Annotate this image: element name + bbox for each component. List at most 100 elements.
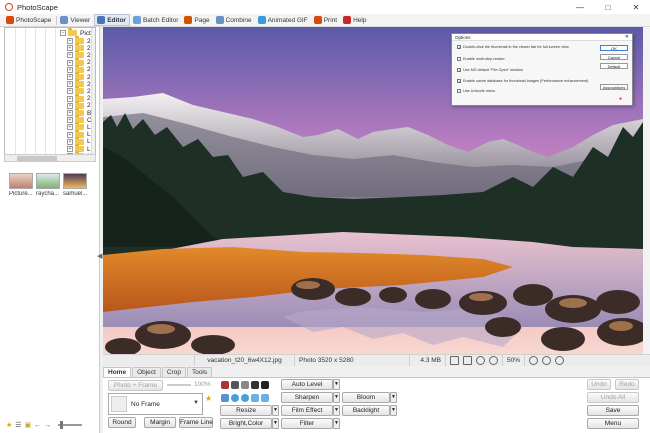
default-button[interactable]: Default [600, 63, 628, 69]
backlight-dropdown-icon[interactable]: ▼ [390, 405, 397, 416]
thumbnail-item[interactable]: samuel... [63, 173, 89, 205]
dialog-close-icon[interactable]: ✕ [625, 34, 629, 41]
filter-button[interactable]: Filter [281, 418, 333, 429]
tab-combine[interactable]: Combine [214, 14, 255, 26]
vignette-filter-icon[interactable] [221, 381, 229, 389]
zoom-out-icon[interactable] [542, 356, 551, 365]
expand-icon[interactable]: + [67, 74, 73, 80]
sharpen-dropdown-icon[interactable]: ▼ [333, 392, 340, 403]
expand-icon[interactable]: + [67, 102, 73, 109]
film-effect-button[interactable]: Film Effect [281, 405, 333, 416]
zoom-in-icon[interactable] [476, 356, 485, 365]
bw-filter-icon[interactable] [251, 381, 259, 389]
expand-icon[interactable]: + [67, 52, 73, 59]
tab-print[interactable]: Print [312, 14, 340, 26]
forward-arrow-icon[interactable]: → [44, 422, 51, 429]
expand-icon[interactable]: + [67, 81, 73, 88]
tree-horizontal-scrollbar[interactable] [4, 154, 96, 162]
option-checkbox-row[interactable]: ✓ Double-click the thumbnail in the viewe… [457, 45, 569, 50]
checkbox[interactable]: ✓ [457, 79, 461, 84]
close-icon[interactable]: ✕ [622, 0, 650, 14]
expand-icon[interactable]: + [67, 124, 73, 131]
rotate-icon[interactable] [555, 356, 564, 365]
back-arrow-icon[interactable]: ← [34, 422, 41, 429]
sepia-filter-icon[interactable] [231, 381, 239, 389]
filter-dropdown-icon[interactable]: ▼ [333, 418, 340, 429]
tab-viewer[interactable]: Viewer [58, 14, 93, 26]
flip-horizontal-icon[interactable] [251, 394, 259, 402]
thumbnail-size-slider[interactable] [58, 421, 83, 429]
negative-filter-icon[interactable] [261, 381, 269, 389]
resize-button[interactable]: Resize [220, 405, 272, 416]
bloom-button[interactable]: Bloom [342, 392, 390, 403]
actual-size-icon[interactable] [463, 356, 472, 365]
margin-button[interactable]: Margin [144, 417, 176, 428]
tab-editor[interactable]: Editor [94, 14, 130, 26]
expand-icon[interactable]: + [67, 59, 73, 66]
round-button[interactable]: Round [108, 417, 136, 428]
redo-button[interactable]: Redo [615, 379, 639, 390]
tab-page[interactable]: Page [182, 14, 212, 26]
tab-crop[interactable]: Crop [161, 367, 186, 377]
checkbox[interactable] [457, 57, 461, 61]
bright-color-button[interactable]: Bright,Color [220, 418, 272, 429]
frame-select[interactable]: No Frame ▼ [108, 393, 203, 415]
expand-icon[interactable]: + [67, 110, 73, 116]
folder-open-icon[interactable]: ▣ [25, 421, 32, 429]
tree-vertical-scrollbar[interactable] [91, 28, 95, 154]
collapse-panel-icon[interactable]: ◀ [97, 252, 102, 260]
sharpen-button[interactable]: Sharpen [281, 392, 333, 403]
thumbnail-item[interactable]: raycha... [36, 173, 62, 205]
cancel-button[interactable]: Cancel [600, 54, 628, 60]
thumbnail-item[interactable]: Picture... [9, 173, 35, 205]
collapse-icon[interactable]: − [60, 30, 66, 36]
tab-batch-editor[interactable]: Batch Editor [131, 14, 181, 26]
frame-slider[interactable] [167, 384, 191, 386]
backlight-button[interactable]: Backlight [342, 405, 390, 416]
expand-icon[interactable]: + [67, 38, 73, 44]
undo-all-button[interactable]: Undo All [587, 392, 639, 403]
expand-icon[interactable]: + [67, 146, 73, 152]
rotate-right-icon[interactable] [241, 394, 249, 402]
tab-home[interactable]: Home [103, 367, 132, 377]
expand-icon[interactable]: + [67, 117, 73, 124]
undo-button[interactable]: Undo [587, 379, 611, 390]
expand-icon[interactable]: + [67, 138, 73, 145]
frame-line-button[interactable]: Frame Line [179, 417, 213, 428]
ok-button[interactable]: OK [600, 45, 628, 51]
folder-tree[interactable]: − Pictu +2 +2 +2 +2 +2 +2 +2 +2 +2 +2 + B + C + L + L + L + L… [4, 27, 96, 155]
expand-icon[interactable]: + [67, 45, 73, 52]
tab-object[interactable]: Object [132, 367, 161, 377]
checkbox[interactable]: ✓ [457, 45, 461, 50]
checkbox[interactable] [457, 89, 461, 93]
tab-photoscape[interactable]: PhotoScape [4, 14, 54, 26]
expand-icon[interactable]: + [67, 95, 73, 102]
checkbox[interactable]: ✓ [457, 68, 461, 73]
auto-level-dropdown-icon[interactable]: ▼ [333, 379, 340, 390]
flip-vertical-icon[interactable] [261, 394, 269, 402]
associations-button[interactable]: Associations [600, 84, 628, 90]
expand-icon[interactable]: + [67, 88, 73, 95]
favorite-frame-icon[interactable]: ★ [205, 394, 212, 403]
tab-animated-gif[interactable]: Animated GIF [256, 14, 311, 26]
film-effect-dropdown-icon[interactable]: ▼ [333, 405, 340, 416]
tab-help[interactable]: Help [341, 14, 369, 26]
image-vertical-scrollbar[interactable] [643, 27, 650, 354]
expand-icon[interactable]: + [67, 66, 73, 73]
add-favorite-icon[interactable]: ☰ [15, 421, 21, 429]
open-folder-icon[interactable] [221, 394, 229, 402]
menu-button[interactable]: Menu [587, 418, 639, 429]
photo-frame-button[interactable]: Photo + Frame [108, 380, 163, 391]
info-icon[interactable]: ● [619, 96, 622, 102]
bright-color-dropdown-icon[interactable]: ▼ [272, 418, 279, 429]
bloom-dropdown-icon[interactable]: ▼ [390, 392, 397, 403]
grayscale-filter-icon[interactable] [241, 381, 249, 389]
favorite-icon[interactable]: ★ [6, 421, 12, 429]
zoom-in-icon[interactable] [529, 356, 538, 365]
fit-screen-icon[interactable] [450, 356, 459, 365]
rotate-left-icon[interactable] [231, 394, 239, 402]
image-canvas[interactable]: Options ✕ ✓ Double-click the thumbnail in… [103, 27, 643, 354]
zoom-out-icon[interactable] [489, 356, 498, 365]
tab-tools[interactable]: Tools [186, 367, 213, 377]
option-checkbox-row[interactable]: Use Unicode menu [457, 89, 495, 93]
